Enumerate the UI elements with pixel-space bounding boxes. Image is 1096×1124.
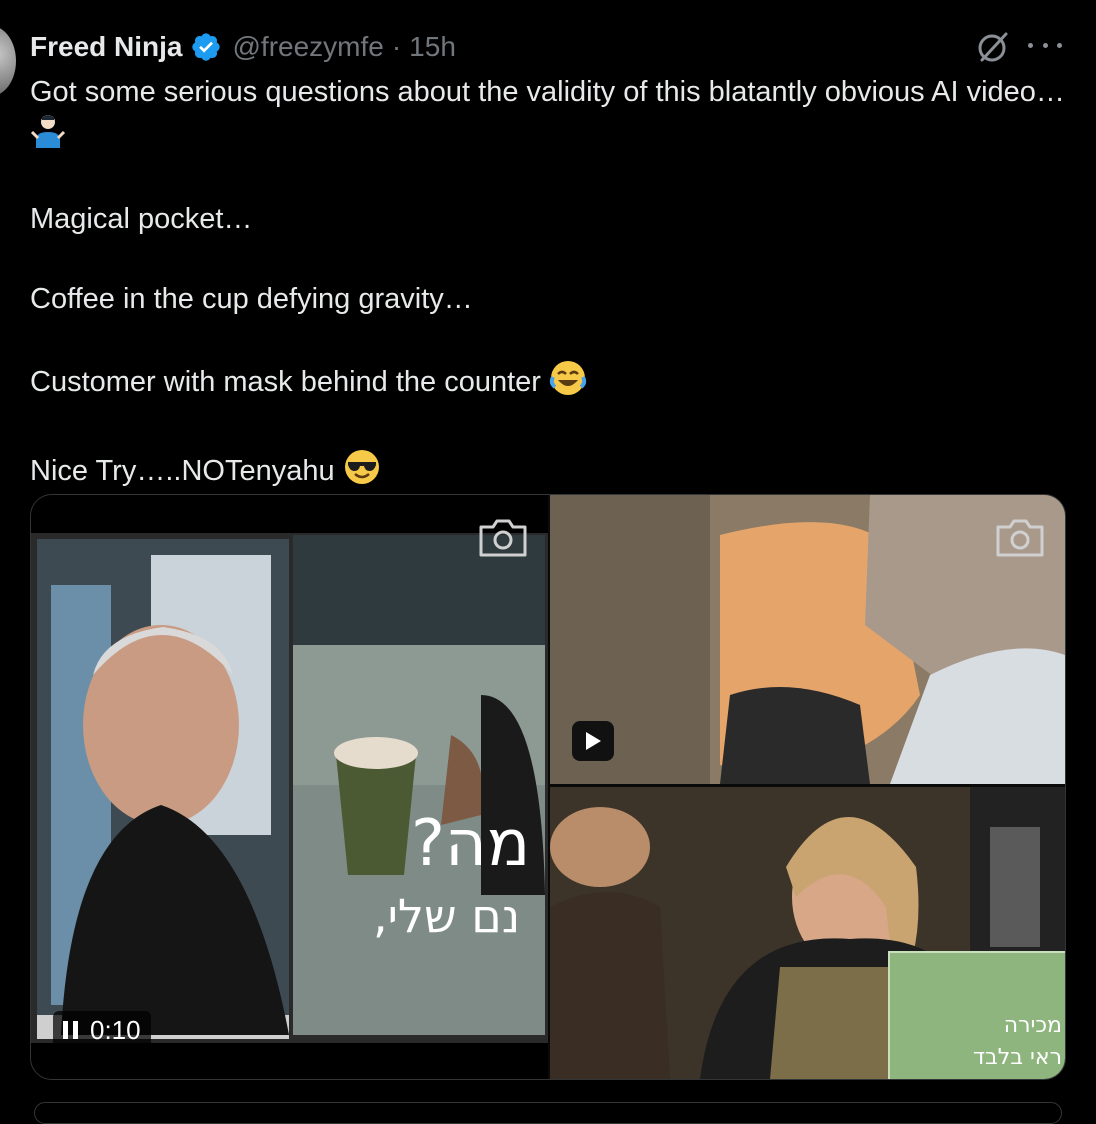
video-tile[interactable]: מה? נם שלי, 0:10 <box>31 495 548 1079</box>
play-icon[interactable] <box>572 721 614 761</box>
face-with-tears-of-joy-emoji <box>549 359 587 408</box>
video-thumbnail <box>31 533 548 1043</box>
video-tile[interactable] <box>550 495 1065 784</box>
sign-text: ראי בלבד <box>973 1045 1062 1070</box>
camera-icon[interactable] <box>477 517 529 559</box>
separator-dot: · <box>391 31 402 62</box>
verified-badge-icon[interactable] <box>190 31 222 63</box>
author-avatar[interactable] <box>0 26 16 96</box>
post-text: Got some serious questions about the val… <box>30 72 1070 497</box>
post-paragraph: Nice Try…..NOTenyahu <box>30 448 1070 497</box>
sign-text: מכירה <box>1003 1013 1062 1038</box>
post-paragraph: Magical pocket… <box>30 203 253 235</box>
post-paragraph: Got some serious questions about the val… <box>30 72 1070 159</box>
video-overlay-text: מה? <box>411 807 531 881</box>
post-paragraph: Coffee in the cup defying gravity… <box>30 283 473 315</box>
post-header: Freed Ninja @freezymfe · 15h <box>30 28 456 66</box>
pause-icon[interactable] <box>63 1021 78 1039</box>
camera-icon[interactable] <box>994 517 1046 559</box>
post-timestamp[interactable]: 15h <box>409 31 456 63</box>
media-grid[interactable]: מה? נם שלי, 0:10 מכירה ראי בלבד <box>30 494 1066 1080</box>
person-shrugging-emoji <box>30 112 66 159</box>
video-time: 0:10 <box>90 1014 141 1045</box>
video-thumbnail <box>550 495 1065 784</box>
video-overlay-text: נם שלי, <box>373 889 521 943</box>
video-time-badge[interactable]: 0:10 <box>53 1011 151 1049</box>
author-handle[interactable]: @freezymfe <box>232 31 383 63</box>
next-card-edge <box>34 1102 1062 1124</box>
author-name[interactable]: Freed Ninja <box>30 31 182 63</box>
sign-board: מכירה ראי בלבד <box>888 951 1065 1079</box>
grok-icon[interactable] <box>974 28 1012 66</box>
video-tile[interactable]: מכירה ראי בלבד <box>550 787 1065 1079</box>
more-icon[interactable] <box>1028 30 1062 60</box>
post-paragraph: Customer with mask behind the counter <box>30 359 1070 408</box>
smiling-face-with-sunglasses-emoji <box>343 448 381 497</box>
